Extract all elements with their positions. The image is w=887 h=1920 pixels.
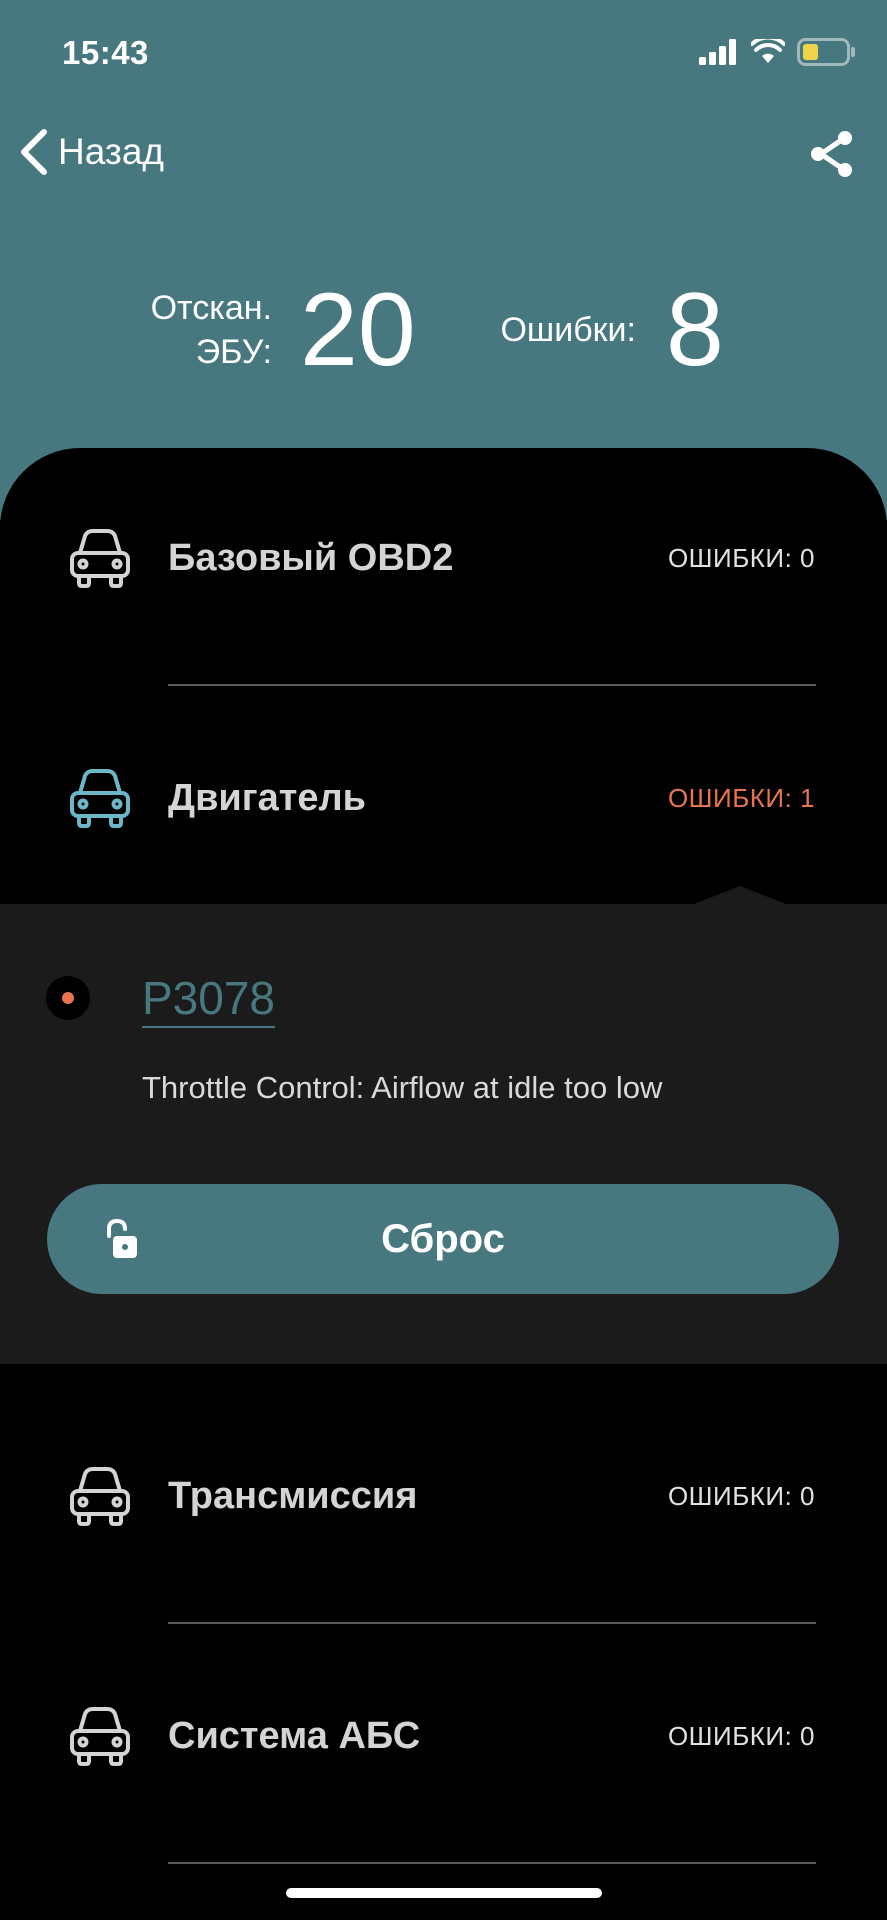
signal-icon bbox=[699, 39, 736, 65]
error-code-link[interactable]: P3078 bbox=[142, 970, 276, 1028]
module-name: Двигатель bbox=[168, 777, 366, 819]
module-row-basic-obd2[interactable]: Базовый OBD2 ОШИБКИ: 0 bbox=[0, 498, 887, 618]
car-icon bbox=[70, 529, 130, 588]
share-button[interactable] bbox=[809, 130, 855, 183]
status-icons bbox=[699, 38, 855, 66]
divider bbox=[168, 1622, 816, 1624]
error-detail-panel: P3078 Throttle Control: Airflow at idle … bbox=[0, 886, 887, 1364]
status-time: 15:43 bbox=[62, 34, 149, 71]
scanned-ecu-label: Отскан. ЭБУ: bbox=[150, 289, 272, 371]
reset-button[interactable]: Сброс bbox=[47, 1184, 839, 1294]
errors-label: Ошибки: bbox=[500, 311, 636, 349]
module-name: Трансмиссия bbox=[168, 1475, 418, 1517]
car-icon bbox=[70, 769, 130, 828]
car-icon bbox=[70, 1467, 130, 1526]
back-label: Назад bbox=[58, 131, 165, 172]
chevron-left-icon bbox=[21, 129, 47, 175]
module-error-count: ОШИБКИ: 1 bbox=[667, 783, 815, 813]
reset-button-label: Сброс bbox=[381, 1217, 505, 1261]
module-name: Базовый OBD2 bbox=[168, 537, 454, 579]
module-error-count: ОШИБКИ: 0 bbox=[667, 1481, 815, 1511]
errors-value: 8 bbox=[666, 272, 724, 388]
battery-icon bbox=[797, 38, 855, 66]
header-area: 15:43 Назад Отскан. ЭБУ: 20 Ошибки: 8 bbox=[0, 0, 887, 520]
share-icon bbox=[811, 131, 852, 177]
error-description: Throttle Control: Airflow at idle too lo… bbox=[142, 1070, 663, 1105]
detail-pointer bbox=[694, 886, 786, 904]
divider bbox=[168, 684, 816, 686]
home-indicator[interactable] bbox=[286, 1888, 602, 1898]
error-indicator-dot bbox=[46, 976, 90, 1020]
divider bbox=[168, 1862, 816, 1864]
module-error-count: ОШИБКИ: 0 bbox=[667, 543, 815, 573]
module-row-engine[interactable]: Двигатель ОШИБКИ: 1 bbox=[0, 738, 887, 858]
module-row-abs[interactable]: Система АБС ОШИБКИ: 0 bbox=[0, 1676, 887, 1796]
modules-panel: Базовый OBD2 ОШИБКИ: 0 Двигатель ОШИБКИ:… bbox=[0, 448, 887, 1920]
module-error-count: ОШИБКИ: 0 bbox=[667, 1721, 815, 1751]
module-row-transmission[interactable]: Трансмиссия ОШИБКИ: 0 bbox=[0, 1436, 887, 1556]
wifi-icon bbox=[751, 39, 785, 63]
car-icon bbox=[70, 1707, 130, 1766]
back-button[interactable]: Назад bbox=[18, 128, 164, 176]
scanned-ecu-value: 20 bbox=[300, 272, 416, 388]
module-name: Система АБС bbox=[168, 1715, 421, 1757]
